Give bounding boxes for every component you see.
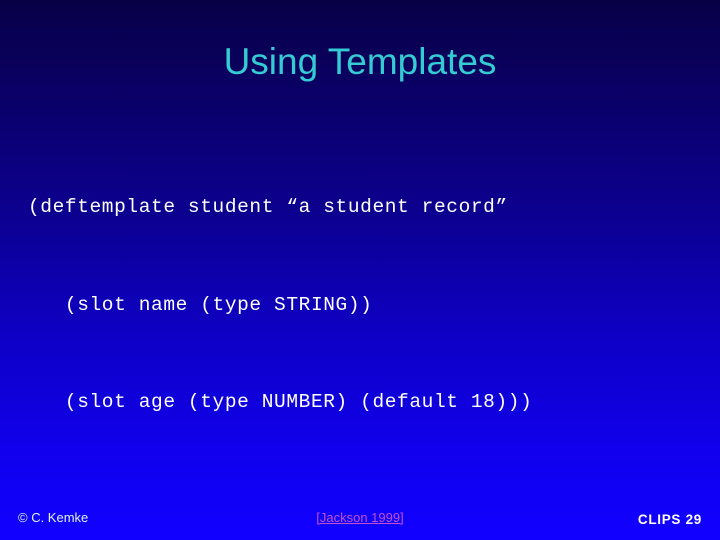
- page-title: Using Templates: [223, 41, 497, 82]
- code-line: (deftemplate student “a student record”: [28, 196, 508, 218]
- citation-container: [Jackson 1999]: [0, 510, 720, 526]
- page-mark: CLIPS 29: [637, 512, 702, 527]
- slide-canvas: Using Templates (deftemplate student “a …: [0, 0, 720, 540]
- code-block: (deftemplate student “a student record” …: [28, 126, 692, 540]
- code-line: (slot name (type STRING)): [28, 293, 373, 316]
- citation-link[interactable]: [Jackson 1999]: [316, 510, 403, 525]
- slide-footer: © C. Kemke [Jackson 1999] CLIPS 29: [0, 494, 720, 540]
- code-line: (slot age (type NUMBER) (default 18))): [28, 391, 533, 413]
